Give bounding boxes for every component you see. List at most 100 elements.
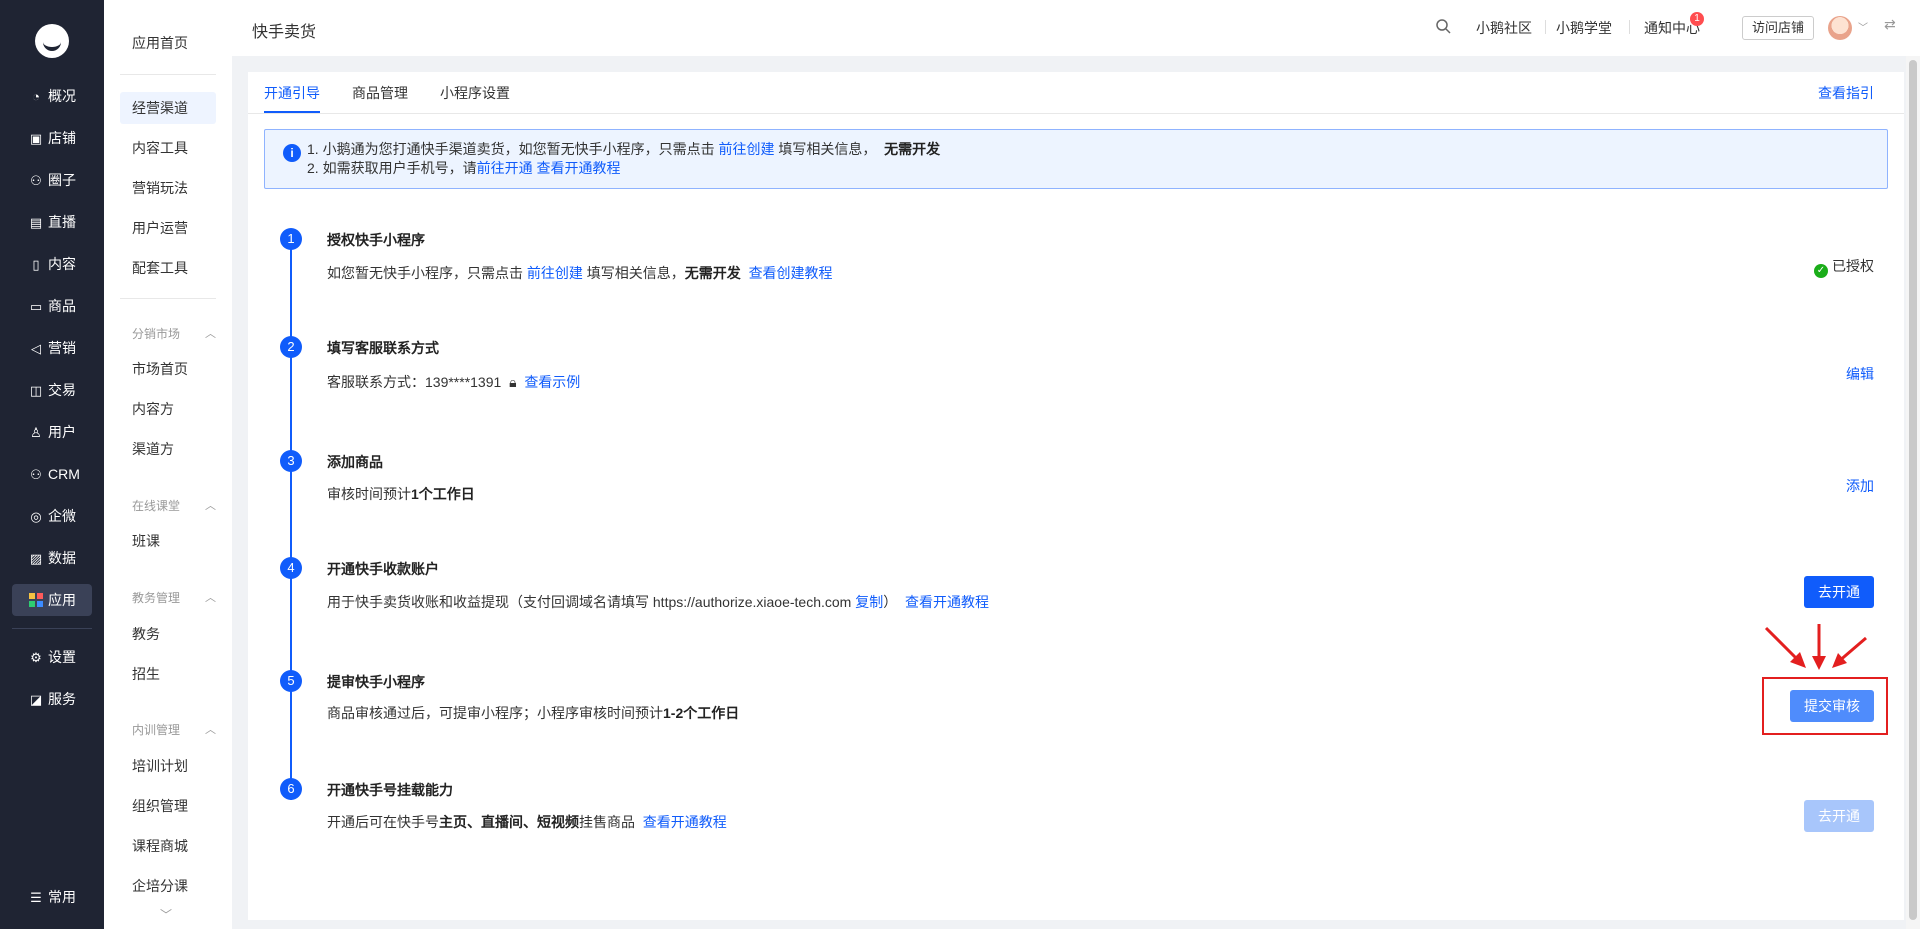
view-guide-link[interactable]: 查看指引	[1818, 83, 1874, 103]
nav-item-data[interactable]: ▨ 数据	[12, 542, 92, 574]
open-payment-button[interactable]: 去开通	[1804, 576, 1874, 608]
sidebar-item-support-tools[interactable]: 配套工具	[120, 252, 216, 284]
tab-guide[interactable]: 开通引导	[264, 83, 320, 103]
step-number: 5	[280, 670, 302, 692]
sidebar-item-marketing[interactable]: 营销玩法	[120, 172, 216, 204]
nav-item-circle[interactable]: ⚇ 圈子	[12, 164, 92, 196]
sidebar-item-org-mgmt[interactable]: 组织管理	[120, 790, 216, 822]
sidebar-item-user-ops[interactable]: 用户运营	[120, 212, 216, 244]
view-example-link[interactable]: 查看示例	[524, 374, 580, 390]
sidebar-divider	[120, 298, 216, 299]
sidebar-item-enroll[interactable]: 招生	[120, 658, 216, 690]
tab-product-mgmt[interactable]: 商品管理	[352, 83, 408, 103]
visit-store-button[interactable]: 访问店铺	[1742, 16, 1814, 40]
nav-item-live[interactable]: ▤ 直播	[12, 206, 92, 238]
sidebar-item-content-party[interactable]: 内容方	[120, 393, 216, 425]
nav-item-common[interactable]: ☰ 常用	[12, 881, 92, 913]
authorized-status: ✓ 已授权	[1814, 256, 1874, 278]
nav-item-product[interactable]: ▭ 商品	[12, 290, 92, 322]
edit-link[interactable]: 编辑	[1846, 364, 1874, 384]
sidebar-item-edu[interactable]: 教务	[120, 618, 216, 650]
lock-icon[interactable]: 🔒︎	[509, 374, 516, 390]
view-create-tutorial-link[interactable]: 查看创建教程	[749, 265, 833, 281]
pie-chart-icon: ◔	[32, 88, 40, 104]
sidebar-item-content-tools[interactable]: 内容工具	[120, 132, 216, 164]
nav-item-user[interactable]: ♙ 用户	[12, 416, 92, 448]
view-open-tutorial-link[interactable]: 查看开通教程	[643, 814, 727, 830]
view-open-tutorial-link[interactable]: 查看开通教程	[905, 594, 989, 610]
nav-item-wecom[interactable]: ◎ 企微	[12, 500, 92, 532]
sidebar-group-edu[interactable]: 教务管理 ︿	[132, 588, 216, 608]
tab-miniprogram-settings[interactable]: 小程序设置	[440, 83, 510, 103]
step-number: 1	[280, 228, 302, 250]
add-link[interactable]: 添加	[1846, 476, 1874, 496]
community-link[interactable]: 小鹅社区	[1476, 18, 1532, 38]
go-create-link[interactable]: 前往创建	[718, 141, 774, 157]
step-title: 添加商品	[327, 454, 383, 470]
sidebar-item-channel-party[interactable]: 渠道方	[120, 433, 216, 465]
step-description: 审核时间预计1个工作日	[327, 486, 475, 502]
sidebar-item-course-mall[interactable]: 课程商城	[120, 830, 216, 862]
header-separator	[1629, 20, 1630, 34]
steps-timeline	[290, 240, 292, 800]
product-icon: ▭	[29, 298, 43, 314]
nav-item-service[interactable]: ◪ 服务	[12, 683, 92, 715]
wecom-icon: ◎	[30, 508, 42, 524]
sidebar-item-training-plan[interactable]: 培训计划	[120, 750, 216, 782]
chevron-down-icon[interactable]: ﹀	[1858, 19, 1868, 34]
highlight-annotation-box	[1762, 677, 1888, 735]
secondary-sidebar: 应用首页 经营渠道 内容工具 营销玩法 用户运营 配套工具 分销市场 ︿ 市场首页…	[104, 0, 232, 929]
nav-item-content[interactable]: ▯ 内容	[12, 248, 92, 280]
sidebar-group-distribution[interactable]: 分销市场 ︿	[132, 324, 216, 344]
chevron-down-icon[interactable]: ﹀	[160, 906, 172, 923]
notification-badge: 1	[1690, 12, 1704, 26]
sidebar-group-training[interactable]: 内训管理 ︿	[132, 720, 216, 740]
step-number: 2	[280, 336, 302, 358]
nav-item-apps[interactable]: 应用	[12, 584, 92, 616]
apps-icon	[28, 592, 44, 608]
step-description: 客服联系方式：139****1391 🔒︎ 查看示例	[327, 374, 581, 390]
annotation-arrows	[1764, 624, 1867, 670]
info-icon: i	[283, 144, 301, 162]
search-icon[interactable]	[1435, 18, 1451, 37]
sidebar-item-class[interactable]: 班课	[120, 525, 216, 557]
step-description: 用于快手卖货收账和收益提现（支付回调域名请填写 https://authoriz…	[327, 594, 989, 610]
step-title: 开通快手收款账户	[327, 561, 439, 577]
sidebar-group-online-class[interactable]: 在线课堂 ︿	[132, 496, 216, 516]
sidebar-divider	[120, 74, 216, 75]
school-link[interactable]: 小鹅学堂	[1556, 18, 1612, 38]
red-arrow-icon	[1812, 624, 1826, 670]
sidebar-item-market-home[interactable]: 市场首页	[120, 353, 216, 385]
step-description: 商品审核通过后，可提审小程序；小程序审核时间预计1-2个工作日	[327, 705, 740, 721]
service-icon: ◪	[29, 691, 43, 707]
check-circle-icon: ✓	[1814, 264, 1828, 278]
step-title: 开通快手号挂载能力	[327, 782, 453, 798]
open-mount-button[interactable]: 去开通	[1804, 800, 1874, 832]
sidebar-item-app-home[interactable]: 应用首页	[120, 27, 216, 59]
scrollbar-thumb[interactable]	[1909, 60, 1917, 920]
menu-list-icon: ☰	[30, 889, 42, 905]
nav-item-crm[interactable]: ⚇ CRM	[12, 458, 92, 490]
sidebar-item-channel[interactable]: 经营渠道	[120, 92, 216, 124]
nav-item-settings[interactable]: ⚙ 设置	[12, 641, 92, 673]
tab-bar: 开通引导 商品管理 小程序设置 查看指引	[248, 72, 1904, 114]
sidebar-item-enterprise-training[interactable]: 企培分课	[120, 870, 216, 902]
brand-logo[interactable]	[35, 24, 69, 58]
avatar[interactable]	[1828, 16, 1852, 40]
step-title: 提审快手小程序	[327, 674, 425, 690]
go-create-link[interactable]: 前往创建	[527, 265, 583, 281]
go-open-link[interactable]: 前往开通	[477, 160, 533, 176]
group-icon: ⚇	[30, 172, 42, 188]
copy-link[interactable]: 复制	[855, 594, 883, 610]
nav-item-marketing[interactable]: ◁ 营销	[12, 332, 92, 364]
step-number: 6	[280, 778, 302, 800]
nav-item-overview[interactable]: ◔ 概况	[12, 80, 92, 112]
data-icon: ▨	[29, 550, 43, 566]
user-icon: ♙	[30, 424, 42, 440]
step-number: 3	[280, 450, 302, 472]
nav-item-transaction[interactable]: ◫ 交易	[12, 374, 92, 406]
transaction-icon: ◫	[29, 382, 43, 398]
switch-icon[interactable]: ⇄	[1884, 16, 1896, 33]
view-open-tutorial-link[interactable]: 查看开通教程	[536, 160, 620, 176]
nav-item-store[interactable]: ▣ 店铺	[12, 122, 92, 154]
